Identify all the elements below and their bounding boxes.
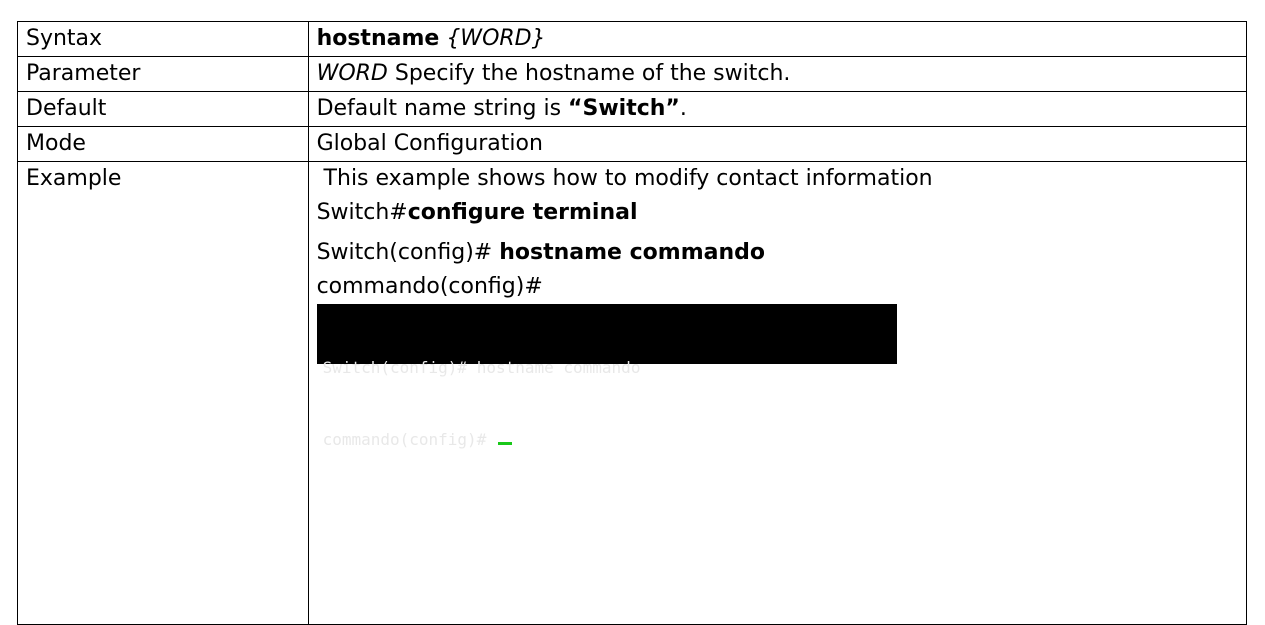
- default-suffix: .: [679, 96, 687, 121]
- terminal-screenshot: Switch(config)# hostname commando comman…: [316, 304, 897, 449]
- example-line-1-command: configure terminal: [407, 200, 638, 225]
- syntax-row: Syntax hostname {WORD}: [17, 21, 1248, 57]
- syntax-label: Syntax: [17, 21, 309, 57]
- parameter-description: Specify the hostname of the switch.: [394, 61, 791, 86]
- example-line-2: Switch(config)# hostname commando: [317, 236, 1238, 270]
- example-intro: This example shows how to modify contact…: [316, 166, 933, 191]
- terminal-cursor-icon: [497, 442, 512, 445]
- terminal-line-2-text: commando(config)#: [322, 430, 496, 449]
- mode-value: Global Configuration: [307, 126, 1248, 162]
- syntax-argument: {WORD}: [446, 26, 546, 51]
- example-label: Example: [17, 161, 309, 625]
- command-reference-table: Syntax hostname {WORD} Parameter WORD Sp…: [17, 21, 1248, 625]
- parameter-value: WORD Specify the hostname of the switch.: [307, 56, 1248, 92]
- syntax-value: hostname {WORD}: [307, 21, 1248, 57]
- parameter-row: Parameter WORD Specify the hostname of t…: [17, 56, 1248, 92]
- mode-row: Mode Global Configuration: [17, 126, 1248, 162]
- default-label: Default: [17, 91, 309, 127]
- example-value: This example shows how to modify contact…: [307, 161, 1248, 625]
- example-line-3: commando(config)#: [316, 274, 543, 299]
- parameter-label: Parameter: [17, 56, 309, 92]
- example-line-2-prompt: Switch(config)#: [316, 240, 500, 265]
- example-line-2-command: hostname commando: [499, 240, 765, 265]
- terminal-line-1: Switch(config)# hostname commando: [322, 358, 641, 377]
- example-line-1: Switch#configure terminal: [317, 196, 1238, 230]
- syntax-command: hostname: [316, 26, 440, 51]
- default-value: Default name string is “Switch”.: [307, 91, 1248, 127]
- example-line-1-prompt: Switch#: [316, 200, 408, 225]
- example-row: Example This example shows how to modify…: [17, 161, 1248, 625]
- default-row: Default Default name string is “Switch”.: [17, 91, 1248, 127]
- default-name-string: “Switch”: [568, 96, 680, 121]
- terminal-line-2: commando(config)#: [323, 428, 897, 452]
- parameter-name: WORD: [316, 61, 388, 86]
- mode-label: Mode: [17, 126, 309, 162]
- default-prefix: Default name string is: [316, 96, 569, 121]
